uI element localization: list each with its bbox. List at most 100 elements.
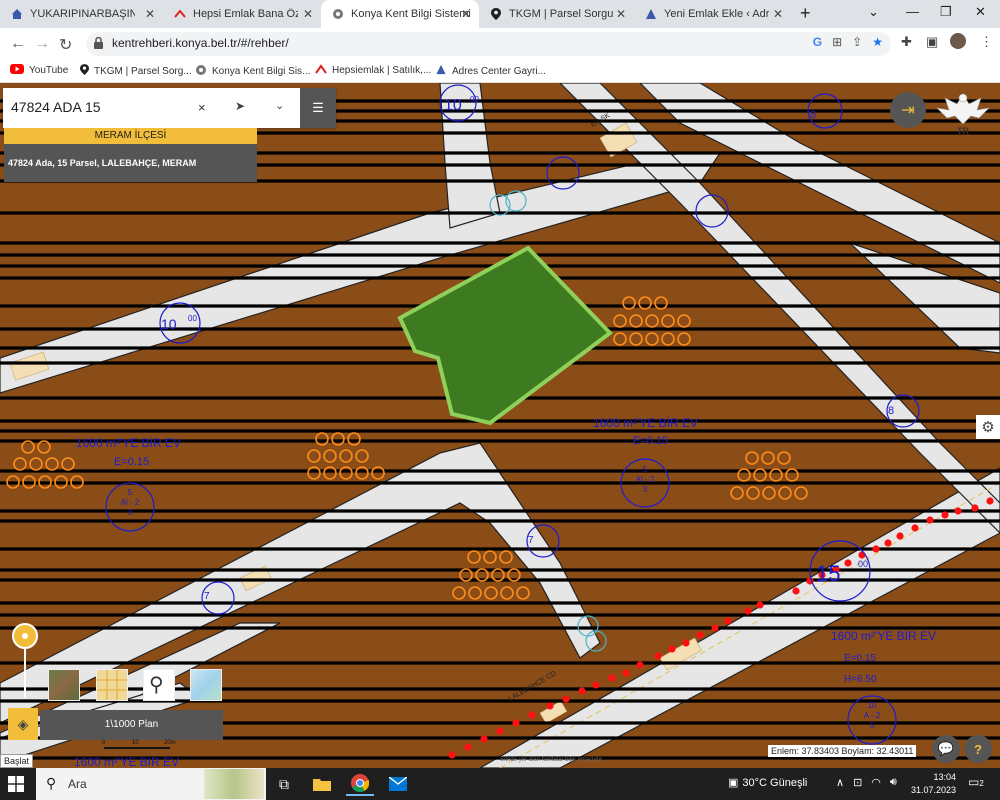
new-tab-button[interactable]: + [800,3,811,24]
notification-count: 2 [979,779,984,788]
close-tab-icon[interactable]: ✕ [145,7,155,21]
close-tab-icon[interactable]: ✕ [303,7,313,21]
url-field[interactable]: kentrehberi.konya.bel.tr/#/rehber/ G ⊞ ⇪… [86,32,891,56]
forward-icon[interactable]: → [34,35,50,53]
tab-strip: YUKARIPINARBAŞINDA K ✕ Hepsi Emlak Bana … [0,0,1000,28]
district-header: MERAM İLÇESİ [4,128,257,144]
weather-icon: ▣ [728,777,739,789]
wifi-icon[interactable]: ◠ [871,776,881,789]
volume-icon[interactable]: 🔊︎ [890,776,897,789]
list-menu-button[interactable]: ☰ [300,88,336,128]
windows-start-icon[interactable] [8,776,24,792]
tab-title: Konya Kent Bilgi Sistemi [351,8,471,20]
close-tab-icon[interactable]: ✕ [461,7,471,21]
plan-layer-label[interactable]: 1\1000 Plan [40,710,223,740]
layers-button[interactable]: ◈ [8,708,38,740]
close-tab-icon[interactable]: ✕ [773,7,783,21]
tab-2[interactable]: Hepsi Emlak Bana Özel ✕ [163,0,321,28]
adres-center-icon [435,64,447,78]
close-tab-icon[interactable]: ✕ [616,7,626,21]
zone-text-1: 1600 m²'YE BİR EV [76,436,181,450]
chrome-icon[interactable] [346,772,374,796]
bookmark-label: YouTube [29,65,69,76]
map-label-block-8-right: 8 [888,405,895,417]
plan-code-line: 5 [869,721,875,730]
zone-text-2: 1600 m²'YE BİR EV [593,416,698,430]
gear-icon: ⚙ [981,419,995,436]
basemap-plan-thumb[interactable] [96,669,128,701]
restore-icon[interactable]: ❐ [940,4,952,20]
search-highlight-image [204,769,264,799]
map-canvas[interactable]: 10 00 10 00 8 8 7 7 15 00 ER SK LALEBAHÇ… [0,83,1000,768]
tab-title: Yeni Emlak Ekle ‹ Adres Ce [664,8,769,20]
transparency-slider-handle[interactable] [12,623,38,649]
bookmark-youtube[interactable]: YouTube [10,64,68,77]
locate-arrow-icon[interactable]: ➤ [235,99,245,113]
settings-button[interactable]: ⚙ [976,415,1000,439]
tab-title: Hepsi Emlak Bana Özel [193,8,298,20]
close-window-icon[interactable]: ✕ [975,4,986,20]
plan-code-2: 5 Al - 2 3 [621,465,669,495]
taskbar-clock[interactable]: 13:04 31.07.2023 [906,771,956,797]
map-label-road-00-c: 00 [858,559,869,569]
bookmark-konya[interactable]: Konya Kent Bilgi Sis... [195,64,310,79]
sidepanel-icon[interactable]: ▣ [926,34,938,50]
back-icon[interactable]: ← [10,35,26,53]
login-button[interactable]: ⇥ [890,92,926,128]
extensions-icon[interactable]: ✚ [901,34,912,50]
bookmark-hepsiemlak[interactable]: Hepsiemlak | Satılık,... [315,64,431,77]
bookmarks-bar: YouTube TKGM | Parsel Sorg... Konya Kent… [0,60,1000,83]
profile-avatar[interactable] [950,33,966,49]
clock-date: 31.07.2023 [910,785,956,795]
file-explorer-icon[interactable] [308,772,336,796]
bookmark-label: Adres Center Gayri... [452,65,546,77]
map-svg [0,83,1000,768]
scale-bar: 0 10 20m [70,740,180,750]
chat-button[interactable]: 💬 [932,735,960,763]
chevron-down-icon[interactable]: ⌄ [275,99,284,112]
search-input[interactable] [9,98,203,116]
minimize-icon[interactable]: — [906,4,919,19]
share-icon[interactable]: ⇪ [852,35,862,49]
menu-kebab-icon[interactable]: ⋮ [980,34,993,50]
chat-bubble-icon: 💬 [937,741,955,756]
tab-1[interactable]: YUKARIPINARBAŞINDA K ✕ [0,0,163,28]
mail-icon[interactable] [384,772,412,796]
chevron-up-icon[interactable]: ∧ [836,776,844,789]
transparency-slider-track[interactable] [24,642,26,698]
bookmark-tkgm[interactable]: TKGM | Parsel Sorg... [80,64,192,78]
bookmark-star-icon[interactable]: ★ [872,35,883,49]
scale-label: 20m [164,740,176,746]
tab-5[interactable]: Yeni Emlak Ekle ‹ Adres Ce ✕ [634,0,791,28]
sign-in-icon: ⇥ [901,102,915,119]
map-pin-icon [489,7,503,21]
google-icon[interactable]: G [813,35,822,49]
youtube-icon [10,64,24,77]
map-label-block-10-left: 10 [161,316,177,332]
tab-3[interactable]: Konya Kent Bilgi Sistemi ✕ [321,0,479,28]
weather-widget[interactable]: ▣ 30°C Güneşli [728,776,807,790]
basemap-search-thumb[interactable]: ⚲ [143,669,175,701]
tab-title: YUKARIPINARBAŞINDA K [30,8,135,20]
task-view-icon[interactable]: ⧉ [270,772,298,796]
clear-search-icon[interactable]: × [198,100,206,115]
basemap-satellite-thumb[interactable] [48,669,80,701]
bookmark-adres-center[interactable]: Adres Center Gayri... [435,64,546,78]
hepsiemlak-icon [315,64,327,77]
tr-label: TR [957,126,969,136]
bookmark-label: TKGM | Parsel Sorg... [94,65,192,77]
tab-search-icon[interactable]: ⌄ [868,4,879,20]
list-icon: ☰ [312,100,324,115]
network-icon[interactable]: ⊡ [853,776,862,789]
tab-4[interactable]: TKGM | Parsel Sorgu Uygu ✕ [479,0,634,28]
basemap-street-thumb[interactable] [190,669,222,701]
reload-icon[interactable]: ↻ [59,35,72,55]
search-result-item[interactable]: 47824 Ada, 15 Parsel, LALEBAHÇE, MERAM [4,144,257,182]
address-bar: ← → ↻ kentrehberi.konya.bel.tr/#/rehber/… [0,28,1000,60]
start-tooltip: Başlat [0,754,34,768]
help-button[interactable]: ? [964,735,992,763]
notification-icon[interactable]: ▭2 [968,775,984,789]
translate-icon[interactable]: ⊞ [832,35,842,49]
taskbar-search[interactable]: ⚲ Ara [36,768,266,800]
map-label-block-15: 15 [816,561,841,586]
